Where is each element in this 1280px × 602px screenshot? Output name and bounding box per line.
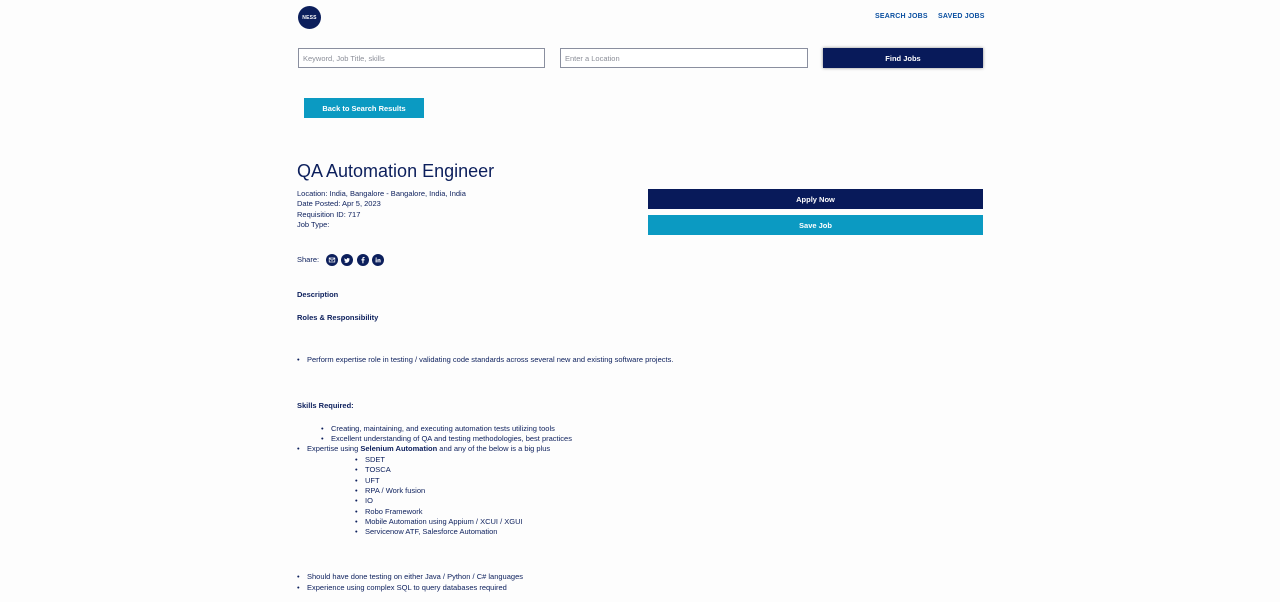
expertise-suffix: and any of the below is a big plus bbox=[437, 444, 551, 453]
tool-item: IO bbox=[355, 496, 373, 505]
logo-text: NESS bbox=[302, 14, 317, 21]
tool-item: Mobile Automation using Appium / XCUI / … bbox=[355, 517, 523, 526]
nav-saved-jobs[interactable]: SAVED JOBS bbox=[938, 13, 985, 20]
facebook-icon[interactable] bbox=[357, 254, 369, 266]
keyword-input[interactable] bbox=[298, 48, 545, 68]
location-input[interactable] bbox=[560, 48, 808, 68]
list-item: Excellent understanding of QA and testin… bbox=[321, 434, 572, 443]
linkedin-icon[interactable] bbox=[372, 254, 384, 266]
twitter-icon[interactable] bbox=[341, 254, 353, 266]
list-item: Creating, maintaining, and executing aut… bbox=[321, 424, 555, 433]
tool-item: UFT bbox=[355, 476, 379, 485]
share-label: Share: bbox=[297, 255, 320, 264]
ness-logo[interactable]: NESS bbox=[298, 6, 321, 29]
job-requisition-id: Requisition ID: 717 bbox=[297, 210, 361, 219]
find-jobs-button[interactable]: Find Jobs bbox=[823, 48, 983, 68]
tool-item: Robo Framework bbox=[355, 507, 422, 516]
back-to-results-button[interactable]: Back to Search Results bbox=[304, 98, 424, 118]
tool-item: RPA / Work fusion bbox=[355, 486, 425, 495]
save-job-button[interactable]: Save Job bbox=[648, 215, 983, 235]
apply-now-button[interactable]: Apply Now bbox=[648, 189, 983, 209]
list-item-expertise: Expertise using Selenium Automation and … bbox=[297, 444, 551, 453]
job-date-posted: Date Posted: Apr 5, 2023 bbox=[297, 199, 381, 208]
email-icon[interactable] bbox=[326, 254, 338, 266]
list-item: Experience using complex SQL to query da… bbox=[297, 583, 507, 592]
expertise-prefix: Expertise using bbox=[307, 444, 361, 453]
nav-search-jobs[interactable]: SEARCH JOBS bbox=[875, 13, 928, 20]
job-type: Job Type: bbox=[297, 220, 330, 229]
job-title: QA Automation Engineer bbox=[297, 161, 495, 181]
skills-heading: Skills Required: bbox=[297, 401, 354, 410]
roles-heading: Roles & Responsibility bbox=[297, 313, 379, 322]
expertise-bold: Selenium Automation bbox=[360, 444, 438, 453]
description-heading: Description bbox=[297, 290, 339, 299]
list-item: Should have done testing on either Java … bbox=[297, 572, 523, 581]
list-item: Perform expertise role in testing / vali… bbox=[297, 355, 673, 364]
job-location: Location: India, Bangalore - Bangalore, … bbox=[297, 189, 466, 198]
tool-item: Servicenow ATF, Salesforce Automation bbox=[355, 527, 497, 536]
tool-item: SDET bbox=[355, 455, 385, 464]
tool-item: TOSCA bbox=[355, 465, 391, 474]
